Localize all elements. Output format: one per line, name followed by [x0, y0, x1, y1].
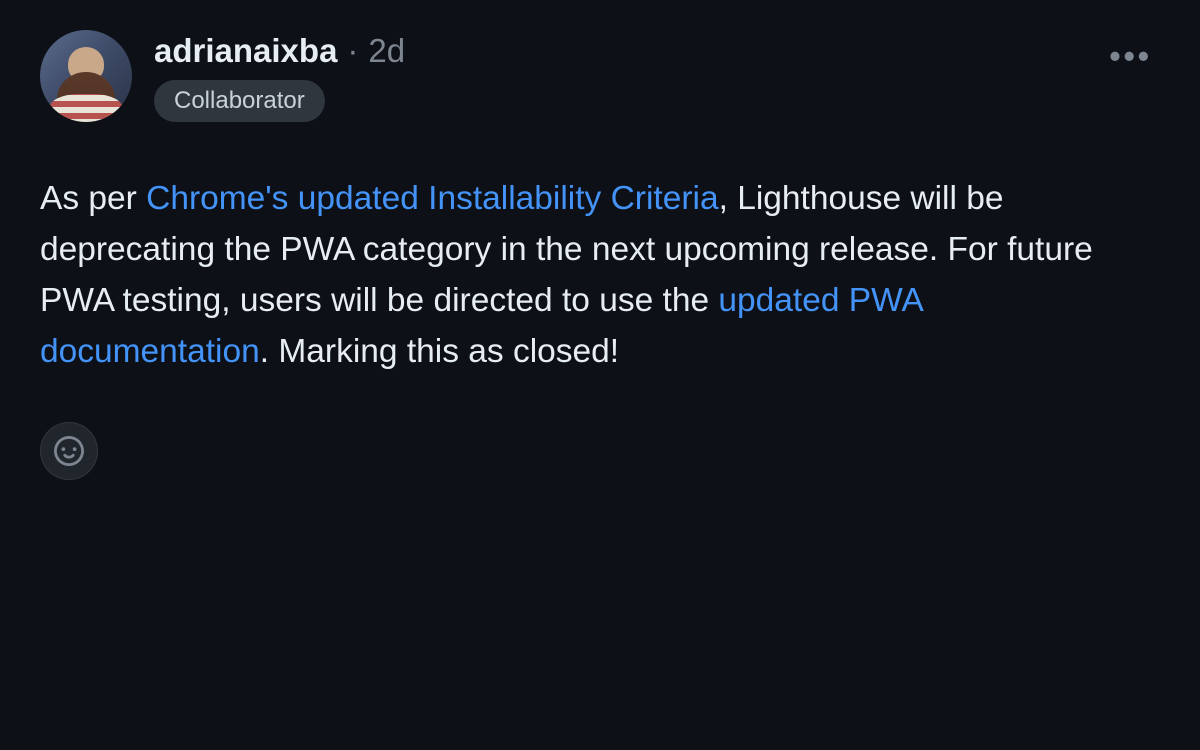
smiley-icon	[54, 436, 84, 466]
comment-header-left: adrianaixba · 2d Collaborator	[40, 30, 405, 122]
meta-separator: ·	[347, 32, 358, 70]
comment-timestamp[interactable]: 2d	[368, 32, 405, 70]
comment-header: adrianaixba · 2d Collaborator •••	[40, 30, 1160, 122]
avatar[interactable]	[40, 30, 132, 122]
author-username[interactable]: adrianaixba	[154, 32, 337, 70]
collaborator-badge: Collaborator	[154, 80, 325, 122]
comment-body: As per Chrome's updated Installability C…	[40, 174, 1160, 378]
reaction-bar	[40, 422, 1160, 480]
add-reaction-button[interactable]	[40, 422, 98, 480]
body-text-1: As per	[40, 180, 146, 217]
username-row: adrianaixba · 2d	[154, 32, 405, 70]
comment-container: adrianaixba · 2d Collaborator ••• As per…	[40, 30, 1160, 480]
body-text-3: . Marking this as closed!	[260, 333, 619, 370]
user-meta: adrianaixba · 2d Collaborator	[154, 30, 405, 122]
installability-criteria-link[interactable]: Chrome's updated Installability Criteria	[146, 180, 718, 217]
more-options-button[interactable]: •••	[1101, 36, 1160, 76]
